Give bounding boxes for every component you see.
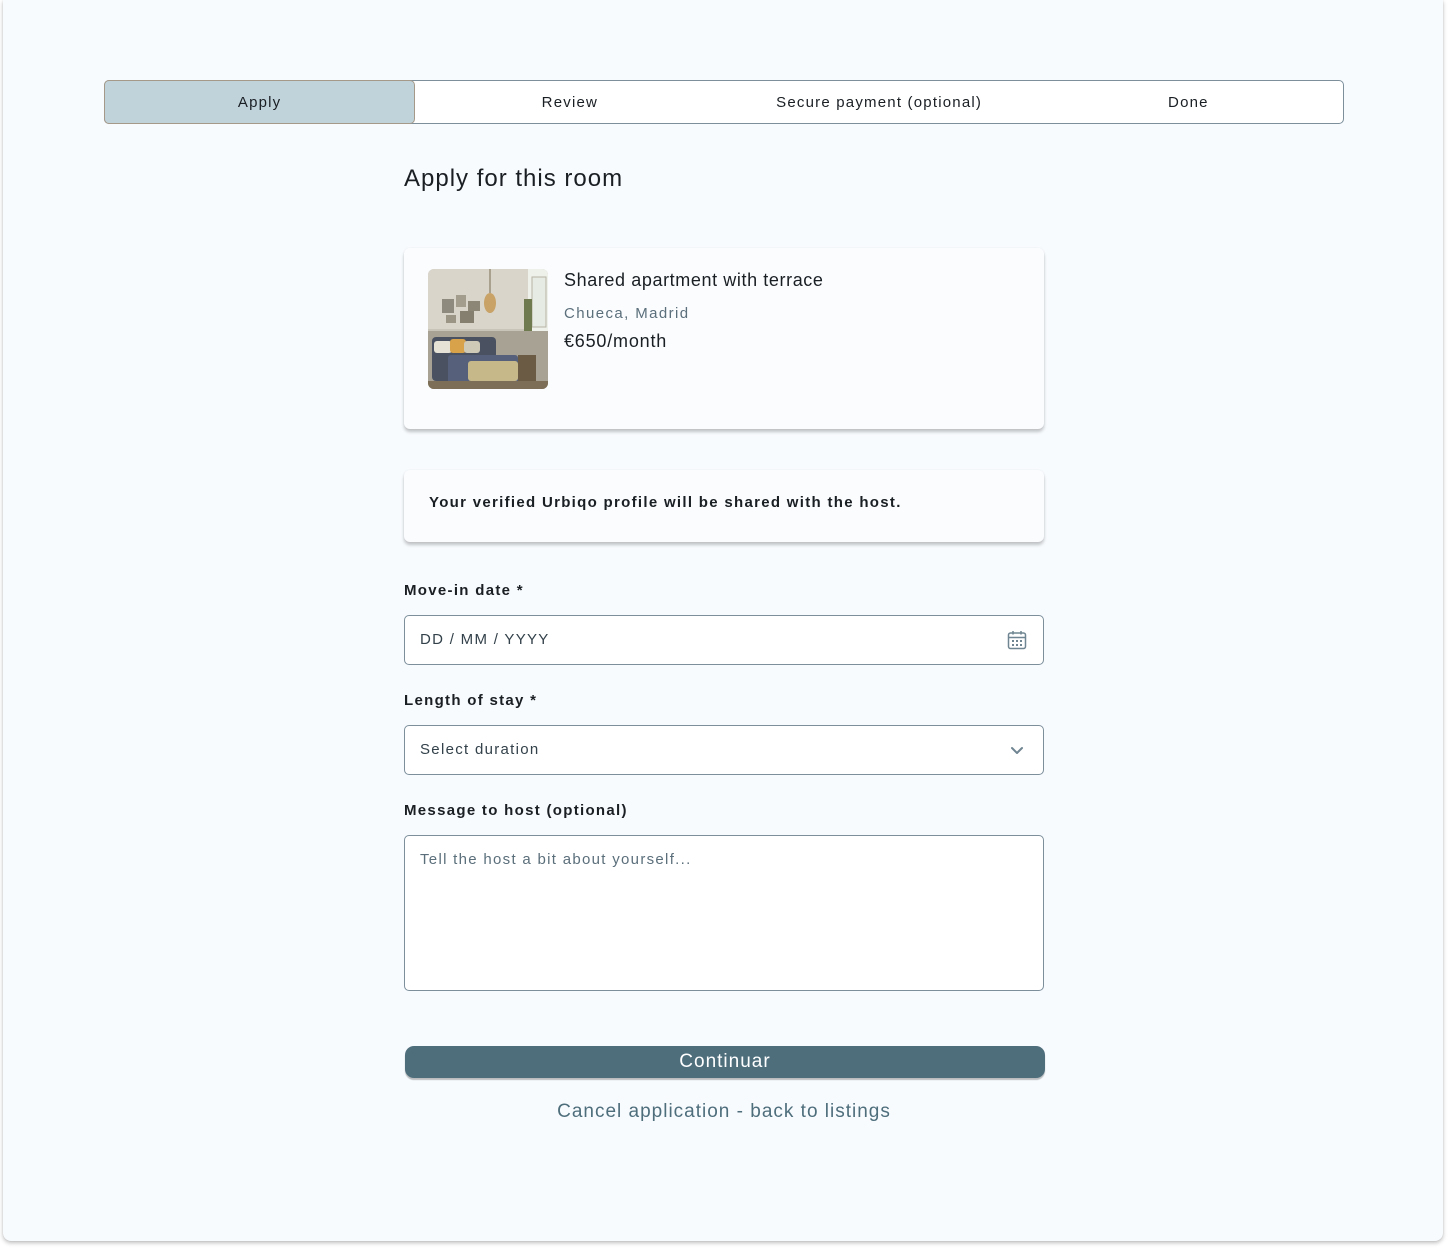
length-of-stay-value: Select duration xyxy=(420,741,540,758)
step-apply[interactable]: Apply xyxy=(104,80,416,124)
step-label: Apply xyxy=(237,93,282,111)
calendar-icon[interactable] xyxy=(1007,630,1027,650)
chevron-down-icon[interactable] xyxy=(1007,740,1027,760)
length-of-stay-label: Length of stay * xyxy=(404,692,538,709)
listing-location: Chueca, Madrid xyxy=(564,305,690,322)
continue-button[interactable]: Continuar xyxy=(405,1046,1045,1078)
length-of-stay-select[interactable]: Select duration xyxy=(404,725,1044,775)
listing-title: Shared apartment with terrace xyxy=(564,270,824,290)
profile-notice-text: Your verified Urbiqo profile will be sha… xyxy=(429,494,902,511)
listing-price: €650/month xyxy=(564,331,668,351)
move-in-date-label: Move-in date * xyxy=(404,582,524,599)
step-label: Review xyxy=(541,93,599,111)
step-label: Done xyxy=(1168,93,1209,111)
cancel-application-link[interactable]: Cancel application - back to listings xyxy=(404,1101,1044,1123)
message-placeholder: Tell the host a bit about yourself... xyxy=(420,851,692,868)
step-secure-payment[interactable]: Secure payment (optional) xyxy=(725,81,1034,123)
step-label: Secure payment (optional) xyxy=(776,93,983,111)
page-title: Apply for this room xyxy=(404,165,624,192)
listing-photo xyxy=(428,269,548,389)
profile-notice-card: Your verified Urbiqo profile will be sha… xyxy=(404,470,1044,542)
message-to-host-label: Message to host (optional) xyxy=(404,802,628,819)
step-review[interactable]: Review xyxy=(415,81,724,123)
progress-stepper: Apply Review Secure payment (optional) D… xyxy=(104,80,1344,124)
step-done[interactable]: Done xyxy=(1034,81,1343,123)
app-frame: Apply Review Secure payment (optional) D… xyxy=(3,0,1443,1241)
move-in-date-placeholder: DD / MM / YYYY xyxy=(420,631,550,648)
move-in-date-input[interactable]: DD / MM / YYYY xyxy=(404,615,1044,665)
message-to-host-textarea[interactable]: Tell the host a bit about yourself... xyxy=(404,835,1044,991)
